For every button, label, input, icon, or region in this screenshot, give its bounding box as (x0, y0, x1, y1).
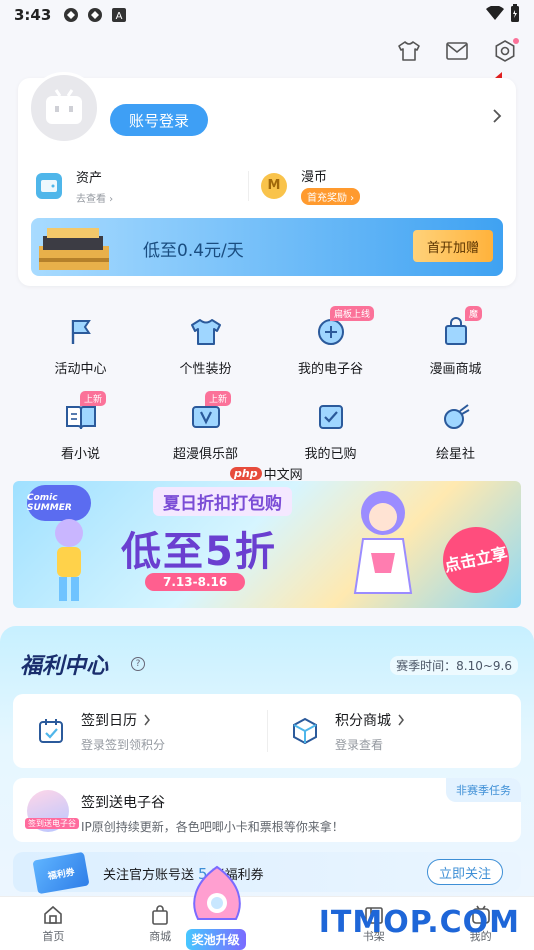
points-title: 积分商城 (335, 712, 391, 729)
tshirt-icon (186, 312, 226, 352)
follow-bar: 福利券 关注官方账号送 5 张福利券 立即关注 (13, 851, 521, 895)
php-logo: php (230, 467, 262, 480)
grid-label: 活动中心 (54, 362, 107, 377)
nav-pool-upgrade[interactable]: 奖池升级 (185, 865, 321, 950)
wifi-icon (486, 5, 504, 24)
purchased-icon (311, 397, 351, 437)
calendar-icon (39, 719, 63, 743)
grid-item-club[interactable]: 上新 超漫俱乐部 (143, 391, 268, 462)
feature-grid: 活动中心 个性装扮 扁板上线 我的电子谷 魔 漫画商城 上新 看小说 上新 超漫… (18, 306, 518, 462)
grid-label: 绘星社 (435, 447, 475, 462)
task-avatar-tag: 签到送电子谷 (25, 818, 79, 829)
checkin-calendar-entry[interactable]: 签到日历 登录签到领积分 (13, 694, 267, 768)
welfare-title: 福利中心 (20, 654, 109, 679)
vip-text: 低至0.4元/天 (143, 241, 244, 261)
promo-banner[interactable]: Comic SUMMER 夏日折扣打包购 低至5折 7.13-8.16 点击立享 (13, 481, 521, 608)
grid-label: 我的电子谷 (297, 362, 363, 377)
chevron-right-icon (398, 714, 404, 725)
promo-kid-illustration (55, 519, 83, 601)
top-actions (396, 38, 519, 64)
home-icon (44, 905, 63, 924)
notification-dot (513, 38, 519, 44)
svg-text:A: A (116, 11, 123, 22)
follow-button[interactable]: 立即关注 (427, 859, 503, 885)
grid-label: 漫画商城 (429, 362, 482, 377)
coins-tag: 首充奖励 › (301, 188, 361, 205)
nav-home[interactable]: 首页 (0, 897, 107, 950)
chevron-right-icon (144, 714, 150, 725)
comet-icon (436, 397, 476, 437)
cube-icon (293, 717, 317, 745)
wallet-icon (36, 172, 62, 199)
watermark-itmop: ITMOP.COM (318, 905, 520, 940)
login-button[interactable]: 账号登录 (110, 104, 208, 136)
help-icon[interactable]: ? (131, 657, 145, 671)
nav-label: 首页 (42, 929, 65, 943)
grid-item-star-club[interactable]: 绘星社 (393, 397, 518, 462)
assets-sub: 去查看 › (76, 193, 114, 205)
task-title: 签到送电子谷 (81, 795, 165, 811)
vip-banner[interactable]: 低至0.4元/天 首开加赠 (31, 218, 503, 276)
grid-label: 超漫俱乐部 (172, 447, 238, 462)
grid-item-dressup[interactable]: 个性装扮 (143, 312, 268, 377)
grid-label: 看小说 (60, 447, 100, 462)
app-icon-1 (63, 7, 79, 23)
checkin-sub: 登录签到领积分 (81, 737, 166, 752)
shirt-icon[interactable] (396, 38, 422, 64)
grid-badge: 上新 (205, 391, 232, 406)
points-mall-entry[interactable]: 积分商城 登录查看 (267, 694, 521, 768)
task-sub: IP原创持续更新，各色吧唧小卡和票根等你来拿！ (81, 820, 344, 834)
asset-divider (248, 170, 249, 201)
task-tag: 非赛季任务 (446, 778, 521, 802)
task-card[interactable]: 签到送电子谷 签到送电子谷 IP原创持续更新，各色吧唧小卡和票根等你来拿！ 非赛… (13, 778, 521, 842)
cell-divider (267, 710, 268, 752)
grid-badge: 上新 (80, 391, 107, 406)
checkin-title: 签到日历 (81, 712, 137, 729)
ticket-icon: 福利券 (32, 851, 90, 895)
status-time: 3:43 (14, 6, 52, 24)
grid-item-activity[interactable]: 活动中心 (18, 312, 143, 377)
grid-badge: 魔 (465, 306, 483, 321)
coins-title: 漫币 (301, 170, 328, 185)
promo-date: 7.13-8.16 (145, 573, 246, 591)
shop-icon (152, 904, 168, 925)
settings-icon[interactable] (492, 38, 519, 64)
grid-label: 我的已购 (304, 447, 357, 462)
asset-row: 资产 去查看 › M 漫币 首充奖励 › (36, 166, 496, 205)
coins-entry[interactable]: M 漫币 首充奖励 › (261, 166, 481, 205)
app-icon-2 (87, 7, 103, 23)
season-time: 赛季时间：8.10~9.6 (390, 656, 518, 675)
profile-card: 账号登录 资产 去查看 › M 漫币 首充奖励 › 低至0.4元/天 首开加赠 (18, 72, 516, 286)
flag-icon (61, 312, 101, 352)
vip-button[interactable]: 首开加赠 (413, 230, 493, 262)
grid-item-e-goods[interactable]: 扁板上线 我的电子谷 (268, 306, 393, 377)
grid-item-purchased[interactable]: 我的已购 (268, 397, 393, 462)
battery-icon (510, 4, 520, 26)
promo-character-illustration (353, 491, 413, 594)
promo-main: 低至5折 (121, 529, 277, 575)
grid-badge: 扁板上线 (330, 306, 375, 321)
assets-entry[interactable]: 资产 去查看 › (36, 166, 256, 205)
chevron-right-icon[interactable] (492, 108, 502, 128)
pool-label: 奖池升级 (185, 929, 246, 950)
promo-cta-button[interactable]: 点击立享 (436, 520, 516, 600)
a-icon: A (111, 7, 127, 23)
grid-item-novel[interactable]: 上新 看小说 (18, 391, 143, 462)
assets-title: 资产 (76, 170, 103, 186)
avatar[interactable] (28, 72, 100, 144)
grid-item-comic-mall[interactable]: 魔 漫画商城 (393, 306, 518, 377)
points-sub: 登录查看 (335, 737, 384, 752)
grid-label: 个性装扮 (179, 362, 232, 377)
nav-label: 商城 (149, 929, 172, 943)
coin-icon: M (261, 172, 287, 199)
follow-text-before: 关注官方账号送 (103, 868, 195, 883)
welfare-center: 福利中心 ? 赛季时间：8.10~9.6 签到日历 登录签到领积分 积分商城 登… (0, 626, 534, 926)
mail-icon[interactable] (444, 38, 470, 64)
vip-books-image (39, 228, 109, 270)
promo-title: 夏日折扣打包购 (153, 487, 292, 516)
status-bar: 3:43 A (0, 0, 534, 30)
welfare-row: 签到日历 登录签到领积分 积分商城 登录查看 (13, 694, 521, 768)
